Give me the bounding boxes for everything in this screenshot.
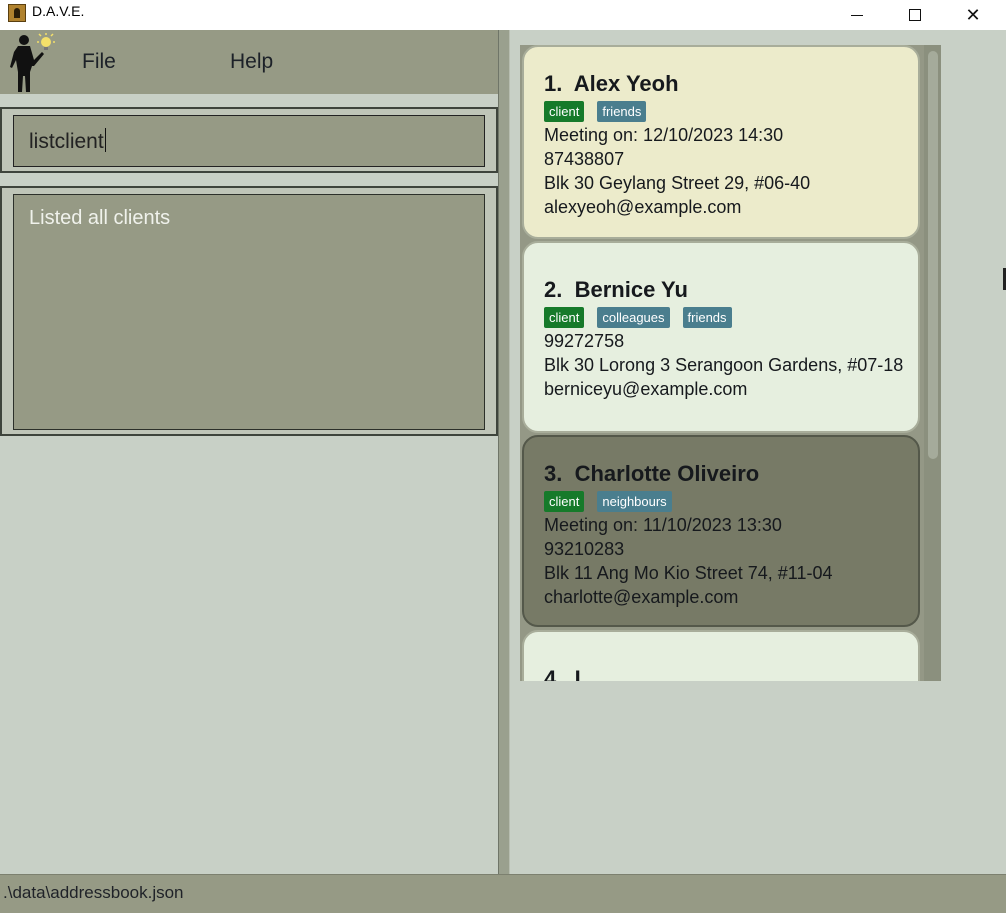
person-name: 4. I	[544, 666, 581, 681]
split-pane-divider[interactable]	[498, 30, 510, 874]
text-caret	[104, 128, 106, 152]
maximize-button[interactable]	[886, 0, 944, 30]
command-box-container: listclient	[0, 107, 498, 173]
menu-bar: File Help	[0, 30, 498, 94]
phone: 87438807	[544, 149, 625, 169]
menu-help[interactable]: Help	[230, 50, 273, 74]
window-title: D.A.V.E.	[32, 3, 85, 19]
close-button[interactable]: ✕	[944, 0, 1002, 30]
tag-list: client friends	[544, 101, 647, 122]
result-display-container: Listed all clients	[0, 186, 498, 436]
save-file-path: .\data\addressbook.json	[3, 883, 184, 902]
tag: neighbours	[597, 491, 672, 512]
person-name: 3. Charlotte Oliveiro	[544, 461, 760, 486]
tag: client	[544, 307, 585, 328]
result-display[interactable]: Listed all clients	[13, 194, 485, 430]
list-scrollbar[interactable]	[924, 45, 941, 681]
scrollbar-thumb[interactable]	[928, 51, 938, 459]
person-card-selected[interactable]: 3. Charlotte Oliveiro client neighbours …	[522, 435, 920, 627]
left-pane: File Help listclient Listed all clients	[0, 30, 498, 874]
close-icon: ✕	[965, 4, 981, 26]
maximize-icon	[909, 9, 921, 21]
app-icon	[8, 4, 26, 22]
email: berniceyu@example.com	[544, 379, 748, 399]
status-bar: .\data\addressbook.json	[0, 874, 1006, 913]
menu-file[interactable]: File	[82, 50, 116, 74]
meeting-time: Meeting on: 12/10/2023 14:30	[544, 125, 784, 145]
command-input-text[interactable]: listclient	[29, 128, 106, 154]
minimize-icon	[851, 14, 863, 16]
person-name: 2. Bernice Yu	[544, 277, 688, 302]
tag: client	[544, 491, 585, 512]
phone: 93210283	[544, 539, 625, 559]
tag-list: client colleagues friends	[544, 307, 732, 328]
businessman-logo-icon	[10, 33, 55, 92]
command-value: listclient	[29, 130, 104, 153]
person-card[interactable]: 2. Bernice Yu client colleagues friends …	[522, 241, 920, 433]
email: charlotte@example.com	[544, 587, 739, 607]
address: Blk 30 Lorong 3 Serangoon Gardens, #07-1…	[544, 355, 904, 375]
phone: 99272758	[544, 331, 625, 351]
person-card[interactable]: 1. Alex Yeoh client friends Meeting on: …	[522, 45, 920, 239]
person-name: 1. Alex Yeoh	[544, 71, 679, 96]
result-message: Listed all clients	[29, 207, 171, 229]
address: Blk 30 Geylang Street 29, #06-40	[544, 173, 811, 193]
tag-list: client neighbours	[544, 491, 672, 512]
email: alexyeoh@example.com	[544, 197, 742, 217]
tag: client	[544, 101, 585, 122]
person-card[interactable]: 4. I	[522, 630, 920, 681]
address: Blk 11 Ang Mo Kio Street 74, #11-04	[544, 563, 833, 583]
tag: friends	[682, 307, 732, 328]
command-input[interactable]: listclient	[13, 115, 485, 167]
title-bar: D.A.V.E. ✕	[0, 0, 1006, 30]
minimize-button[interactable]	[828, 0, 886, 30]
tag: friends	[597, 101, 647, 122]
tag: colleagues	[597, 307, 670, 328]
right-pane: 1. Alex Yeoh client friends Meeting on: …	[510, 30, 1006, 874]
person-list[interactable]: 1. Alex Yeoh client friends Meeting on: …	[520, 45, 941, 681]
meeting-time: Meeting on: 11/10/2023 13:30	[544, 515, 782, 535]
